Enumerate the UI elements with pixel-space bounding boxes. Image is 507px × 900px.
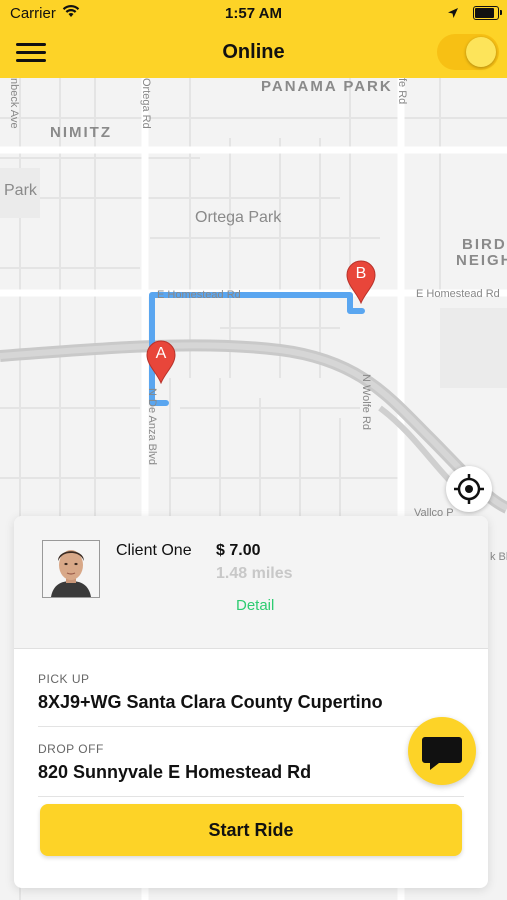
dropoff-marker-b[interactable]: B <box>346 260 376 304</box>
map-label-k-blv: k Blv <box>490 551 507 563</box>
map-label-ortega-park: Ortega Park <box>195 209 282 226</box>
fare-amount: $ 7.00 <box>216 542 261 559</box>
map-label-fe-rd: fe Rd <box>396 78 408 105</box>
status-bar: Carrier 1:57 AM <box>0 0 507 28</box>
pickup-address: 8XJ9+WG Santa Clara County Cupertino <box>38 692 383 712</box>
marker-b-label: B <box>355 265 367 282</box>
dropoff-label: DROP OFF <box>38 742 104 756</box>
divider <box>38 726 464 727</box>
chat-bubble-icon <box>422 737 462 770</box>
pickup-label: PICK UP <box>38 672 90 686</box>
pickup-marker-a[interactable]: A <box>146 340 176 384</box>
client-summary: Client One $ 7.00 1.48 miles Detail <box>14 516 488 649</box>
map-label-e-homestead-rd-east: E Homestead Rd <box>416 288 500 300</box>
client-avatar <box>42 540 100 598</box>
map-label-neigh: NEIGH <box>456 252 507 269</box>
map-label-n-wolfe-rd: N Wolfe Rd <box>360 374 372 431</box>
ride-card: Client One $ 7.00 1.48 miles Detail PICK… <box>14 516 488 888</box>
client-name: Client One <box>116 542 192 559</box>
map-label-ortega-rd: Ortega Rd <box>140 78 152 129</box>
toggle-knob <box>466 37 496 67</box>
location-arrow-icon <box>447 6 459 23</box>
map-label-panama-park: PANAMA PARK <box>261 78 393 95</box>
map-label-park: Park <box>4 182 37 199</box>
trip-distance: 1.48 miles <box>216 565 293 582</box>
page-title: Online <box>222 41 285 63</box>
dropoff-address: 820 Sunnyvale E Homestead Rd <box>38 762 312 782</box>
map-label-n-de-anza-blvd: N De Anza Blvd <box>146 388 158 466</box>
status-time: 1:57 AM <box>225 5 282 22</box>
locate-me-button[interactable] <box>446 466 492 512</box>
top-navbar: Online <box>0 28 507 78</box>
detail-link[interactable]: Detail <box>236 597 274 614</box>
map-label-birdl: BIRDL <box>462 236 507 253</box>
divider <box>38 796 464 797</box>
chat-button[interactable] <box>408 717 476 785</box>
crosshair-icon <box>454 474 484 504</box>
marker-a-label: A <box>155 345 167 362</box>
map-label-nimitz: NIMITZ <box>50 124 112 141</box>
map-label-e-homestead-rd: E Homestead Rd <box>157 289 241 301</box>
battery-icon <box>473 6 502 20</box>
map-label-nbeck-ave: nbeck Ave <box>8 78 20 129</box>
start-ride-button[interactable]: Start Ride <box>40 804 462 856</box>
online-toggle[interactable] <box>437 34 499 70</box>
